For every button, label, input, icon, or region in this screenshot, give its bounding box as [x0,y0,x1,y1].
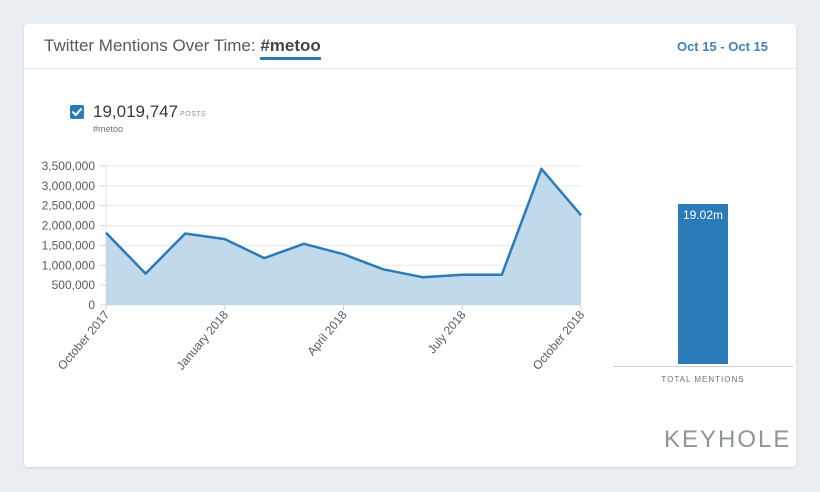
data-point [579,213,583,217]
total-bar-chart: 19.02m [678,204,728,364]
series-checkbox[interactable] [70,105,84,119]
data-point [500,273,504,277]
total-mentions-label: TOTAL MENTIONS [661,375,745,384]
chart-title-prefix: Twitter Mentions Over Time: [44,36,261,55]
data-point [183,232,187,236]
x-tick-label: October 2018 [530,308,588,373]
data-point [302,242,306,246]
keyhole-logo: KEYHOLE [664,426,792,453]
y-tick-label: 2,000,000 [42,219,96,233]
chart-title: Twitter Mentions Over Time: #metoo [44,36,321,60]
data-point [223,237,227,241]
legend-count: 19,019,747 [93,102,179,121]
bar-data-label: 19.02m [683,208,723,222]
area-chart: 0 500,000 1,000,000 1,500,000 2,000,000 2,500… [42,159,588,373]
y-tick-label: 3,500,000 [42,159,96,173]
legend-tag: #metoo [93,124,124,134]
data-point [342,252,346,256]
data-point [104,231,108,235]
y-tick-label: 500,000 [52,278,96,292]
chart-card: Twitter Mentions Over Time: #metoo Oct 1… [24,24,796,467]
x-tick-label: July 2018 [425,308,469,357]
y-tick-label: 0 [88,298,95,312]
x-tick-label: April 2018 [304,308,350,359]
data-point [460,273,464,277]
y-tick-label: 3,000,000 [42,179,96,193]
data-point [381,267,385,271]
y-tick-label: 2,500,000 [42,199,96,213]
legend-unit: POSTS [180,111,207,118]
data-point [144,272,148,276]
total-mentions-bar [678,204,728,364]
hashtag-tab[interactable]: #metoo [260,36,321,60]
x-tick-label: January 2018 [174,308,232,373]
bar-baseline [613,366,793,367]
series-area [106,168,581,305]
date-range[interactable]: Oct 15 - Oct 15 [677,39,768,54]
y-tick-label: 1,000,000 [42,258,96,272]
card-header: Twitter Mentions Over Time: #metoo Oct 1… [24,24,796,69]
data-point [262,256,266,260]
y-tick-label: 1,500,000 [42,238,96,252]
check-icon [72,108,82,116]
data-point [539,167,543,171]
data-point [421,275,425,279]
x-tick-label: October 2017 [55,308,113,373]
